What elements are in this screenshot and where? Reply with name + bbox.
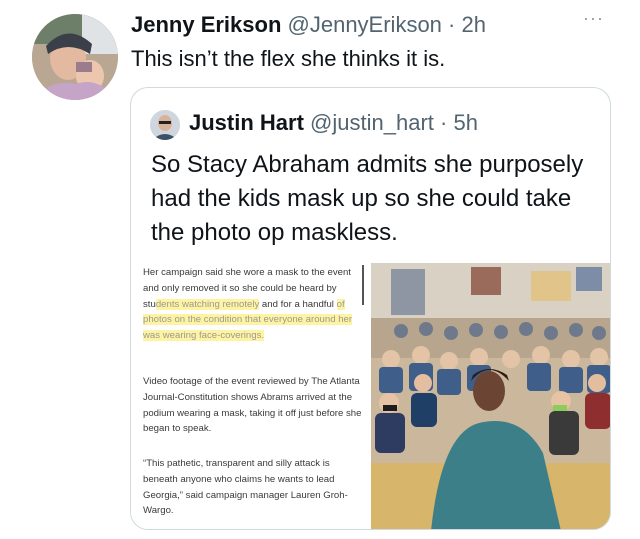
avatar-photo <box>32 14 118 100</box>
classroom-photo[interactable] <box>371 263 610 529</box>
article-paragraph-2: Video footage of the event reviewed by T… <box>143 376 362 435</box>
article-paragraph-3: “This pathetic, transparent and silly at… <box>143 458 348 517</box>
classroom-image <box>371 263 610 529</box>
tweet-header: Jenny Erikson @JennyErikson · 2h <box>131 12 486 38</box>
tweet-time[interactable]: · 2h <box>448 12 486 37</box>
article-screenshot[interactable]: Her campaign said she wore a mask to the… <box>131 253 371 529</box>
tweet[interactable]: Jenny Erikson @JennyErikson · 2h ··· Thi… <box>0 0 640 539</box>
tweet-text: This isn’t the flex she thinks it is. <box>131 46 446 71</box>
quoted-tweet[interactable]: Justin Hart @justin_hart · 5h So Stacy A… <box>130 87 611 530</box>
more-options-icon[interactable]: ··· <box>583 8 604 29</box>
highlighted-text: dents watching remotely <box>155 298 260 310</box>
quoted-tweet-text: So Stacy Abraham admits she purposely ha… <box>151 151 584 246</box>
author-avatar[interactable] <box>32 14 118 100</box>
author-handle[interactable]: @JennyErikson <box>288 12 442 37</box>
quoted-avatar-photo <box>150 110 180 140</box>
quoted-author-name[interactable]: Justin Hart <box>189 110 304 135</box>
quoted-author-handle[interactable]: @justin_hart <box>310 110 434 135</box>
author-name[interactable]: Jenny Erikson <box>131 12 281 37</box>
quoted-tweet-time[interactable]: · 5h <box>440 110 478 135</box>
quoted-tweet-header: Justin Hart @justin_hart · 5h <box>189 110 478 136</box>
article-paragraph-1: Her campaign said she wore a mask to the… <box>143 267 353 342</box>
quoted-author-avatar[interactable] <box>150 110 180 140</box>
